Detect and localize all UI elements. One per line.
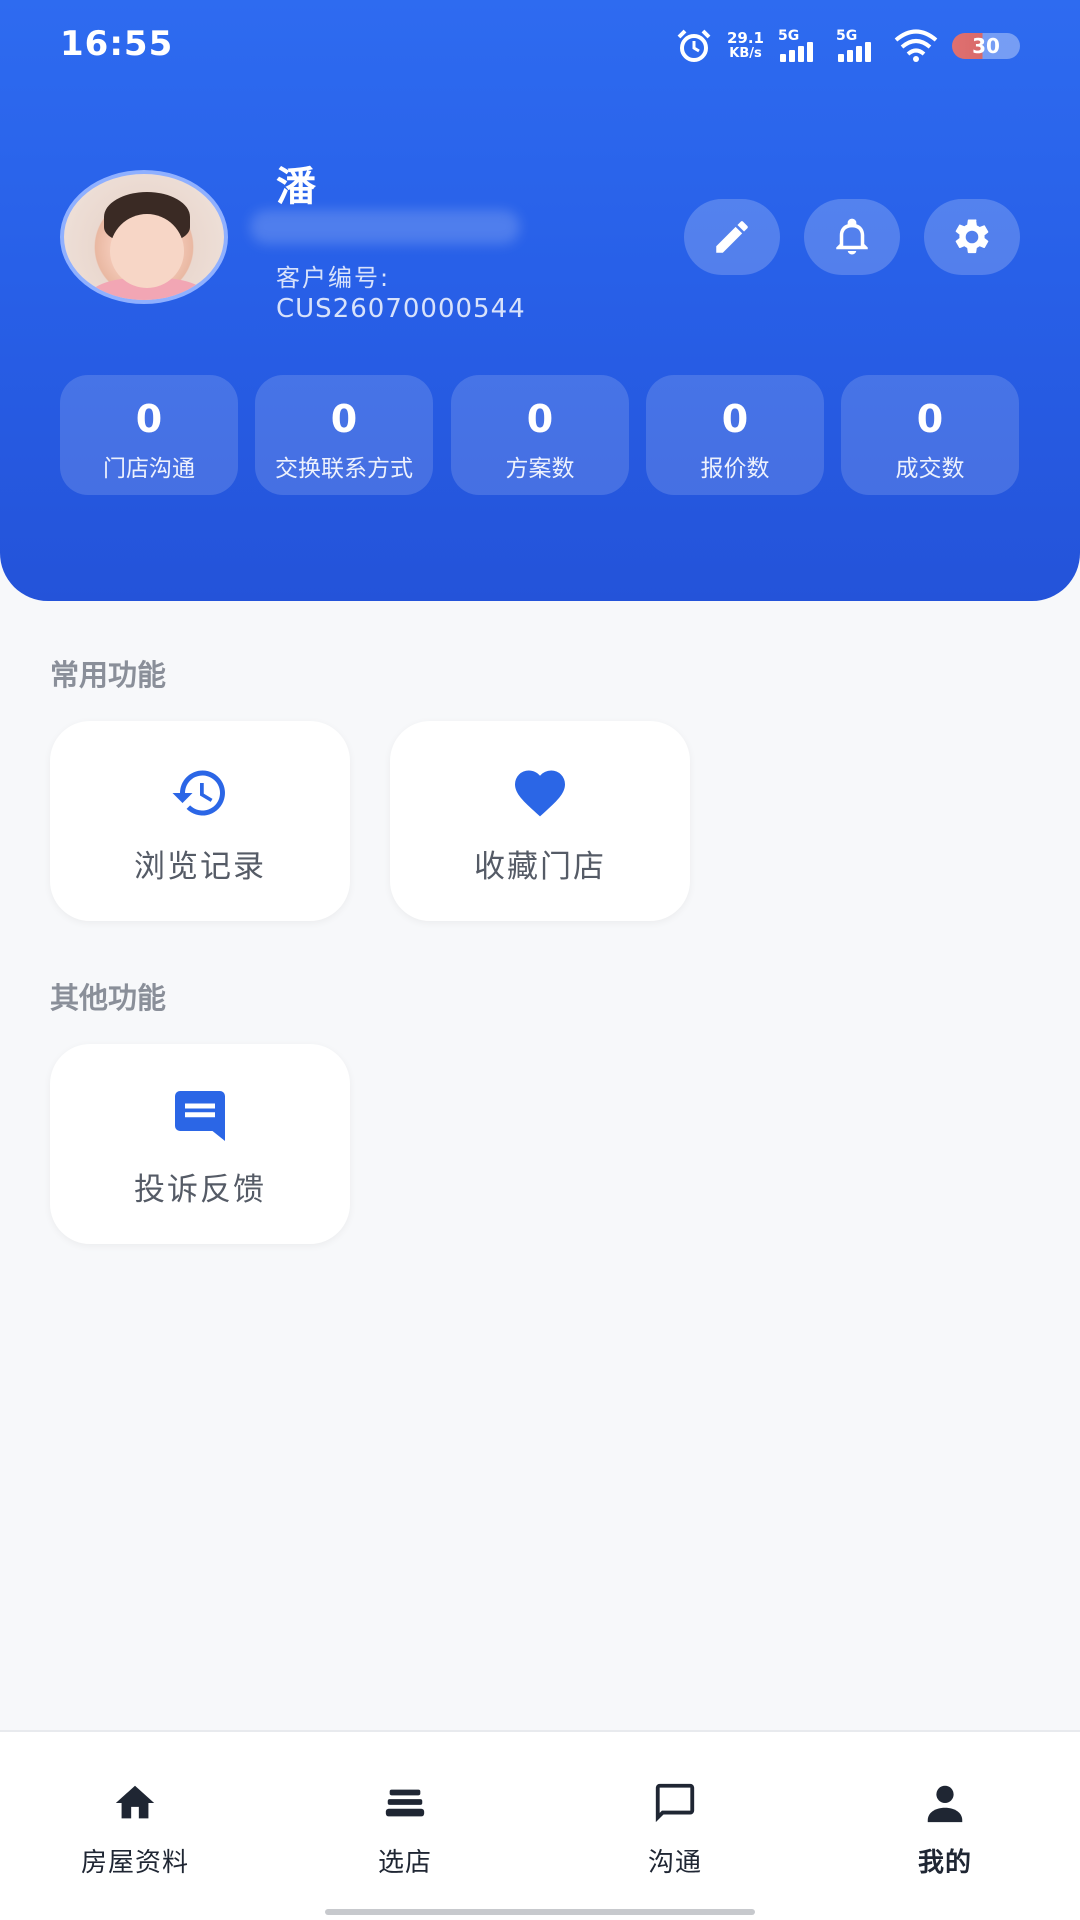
- stat-quotes[interactable]: 0 报价数: [646, 375, 824, 495]
- signal-icon: 5G: [836, 28, 880, 64]
- favorite-stores-card[interactable]: 收藏门店: [390, 721, 690, 921]
- edit-profile-button[interactable]: [684, 199, 780, 275]
- stat-label: 成交数: [895, 456, 965, 482]
- browse-history-card[interactable]: 浏览记录: [50, 721, 350, 921]
- status-bar: 16:55 29.1 KB/s 5G 5G 30: [0, 0, 1080, 92]
- user-name: 潘: [276, 164, 316, 210]
- wifi-icon: [894, 29, 938, 62]
- status-time: 16:55: [60, 24, 174, 64]
- nav-label: 选店: [377, 1848, 432, 1878]
- settings-button[interactable]: [924, 199, 1020, 275]
- stack-icon: [385, 1789, 425, 1817]
- avatar[interactable]: [60, 170, 228, 304]
- customer-id-label: 客户编号:: [276, 264, 391, 292]
- stat-label: 报价数: [700, 456, 770, 482]
- nav-item-chat[interactable]: 沟通: [575, 1732, 775, 1920]
- nav-item-house-info[interactable]: 房屋资料: [35, 1732, 235, 1920]
- person-icon: [927, 1785, 963, 1823]
- stat-deals[interactable]: 0 成交数: [841, 375, 1019, 495]
- home-indicator[interactable]: [325, 1909, 755, 1915]
- card-label: 收藏门店: [474, 849, 606, 885]
- card-label: 投诉反馈: [134, 1172, 266, 1208]
- feedback-card[interactable]: 投诉反馈: [50, 1044, 350, 1244]
- stat-value: 0: [135, 397, 163, 441]
- name-blur: [250, 210, 520, 244]
- stat-store-chat[interactable]: 0 门店沟通: [60, 375, 238, 495]
- nav-label: 沟通: [647, 1848, 702, 1878]
- settings-icon: [955, 219, 989, 254]
- nav-label: 房屋资料: [80, 1848, 189, 1878]
- stat-contact-exchange[interactable]: 0 交换联系方式: [255, 375, 433, 495]
- edit-icon: [716, 221, 748, 253]
- net-speed-value: 29.1: [726, 29, 764, 47]
- section-title-common: 常用功能: [50, 658, 167, 692]
- stat-value: 0: [916, 397, 944, 441]
- net-speed: 29.1 KB/s: [727, 30, 764, 62]
- chat-icon: [655, 1783, 695, 1823]
- heart-icon: [515, 770, 565, 817]
- stat-label: 交换联系方式: [275, 456, 413, 482]
- section-title-other: 其他功能: [50, 981, 167, 1015]
- customer-id: CUS26070000544: [276, 294, 526, 324]
- battery-icon: 30: [952, 33, 1020, 59]
- nav-item-mine[interactable]: 我的: [845, 1732, 1045, 1920]
- bottom-nav: 房屋资料 选店 沟通 我的: [0, 1730, 1080, 1920]
- stat-label: 门店沟通: [103, 456, 195, 482]
- feedback-icon: [175, 1091, 225, 1141]
- nav-label: 我的: [917, 1848, 972, 1878]
- card-label: 浏览记录: [134, 849, 266, 885]
- bell-icon: [836, 218, 868, 255]
- stat-plans[interactable]: 0 方案数: [451, 375, 629, 495]
- stat-value: 0: [526, 397, 554, 441]
- stat-label: 方案数: [505, 456, 575, 482]
- home-icon: [115, 1785, 155, 1819]
- notifications-button[interactable]: [804, 199, 900, 275]
- stat-value: 0: [721, 397, 749, 441]
- history-icon: [172, 770, 225, 816]
- status-icons: 29.1 KB/s 5G 5G 30: [675, 26, 1020, 66]
- alarm-icon: [677, 29, 711, 62]
- stat-value: 0: [330, 397, 358, 441]
- nav-item-choose-store[interactable]: 选店: [305, 1732, 505, 1920]
- signal-icon: 5G: [778, 28, 822, 64]
- net-speed-unit: KB/s: [729, 46, 762, 61]
